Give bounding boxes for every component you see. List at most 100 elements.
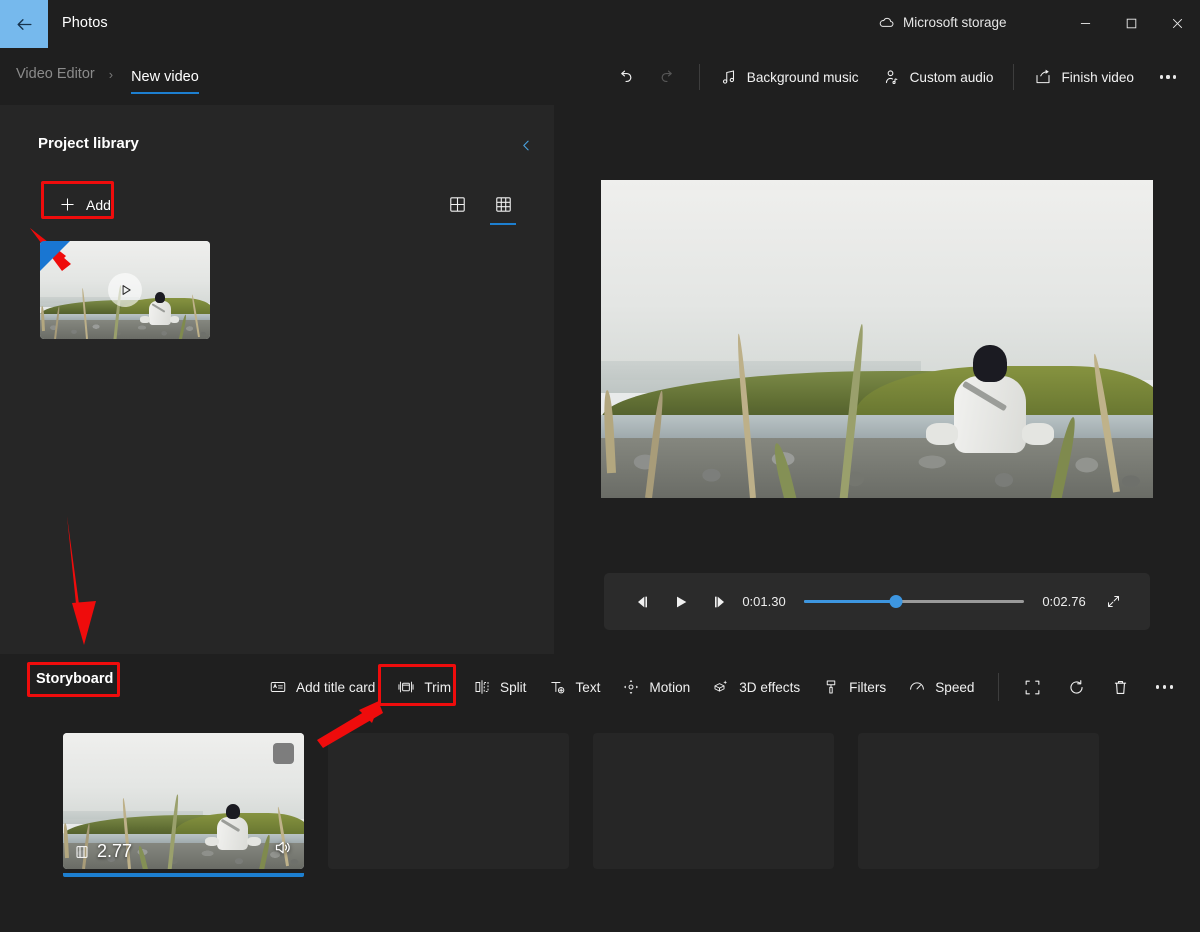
grid-small-icon [494, 195, 513, 214]
trim-icon [397, 678, 415, 696]
text-label: Text [575, 680, 600, 695]
fullscreen-button[interactable] [1096, 585, 1130, 619]
finish-video-label: Finish video [1061, 70, 1134, 85]
storyboard-empty-slot[interactable] [328, 733, 569, 869]
filters-label: Filters [849, 680, 886, 695]
split-label: Split [500, 680, 526, 695]
rotate-icon [1067, 678, 1086, 697]
add-media-button[interactable]: Add [46, 187, 127, 222]
seek-fill [804, 600, 896, 604]
motion-button[interactable]: Motion [611, 665, 701, 709]
motion-icon [622, 678, 640, 696]
storyboard-toolbar-separator [998, 673, 999, 701]
storyboard-empty-slot[interactable] [593, 733, 834, 869]
view-selected-underline [490, 223, 516, 226]
minimize-icon [1080, 18, 1091, 29]
thumbnail-play-button[interactable] [108, 273, 142, 307]
play-icon [673, 594, 689, 610]
playback-controls: 0:01.30 0:02.76 [604, 573, 1150, 630]
storyboard-more-options-button[interactable] [1143, 665, 1187, 709]
aspect-ratio-icon [1023, 678, 1042, 697]
music-note-icon [720, 68, 738, 86]
previous-frame-button[interactable] [624, 583, 662, 621]
clip-duration: 2.77 [74, 841, 132, 862]
storyboard-label: Storyboard [36, 671, 113, 687]
breadcrumb-current-label: New video [131, 69, 199, 85]
redo-icon [659, 68, 678, 87]
text-icon [548, 678, 566, 696]
breadcrumb-active-underline [131, 92, 199, 94]
speed-icon [908, 678, 926, 696]
motion-label: Motion [649, 680, 690, 695]
app-title: Photos [62, 15, 108, 31]
previous-frame-icon [635, 594, 651, 610]
photos-video-editor-window: Photos Microsoft storage Video Editor › [0, 0, 1200, 932]
filters-icon [822, 678, 840, 696]
delete-button[interactable] [1099, 665, 1143, 709]
next-frame-button[interactable] [700, 583, 738, 621]
speed-button[interactable]: Speed [897, 665, 985, 709]
finish-video-button[interactable]: Finish video [1022, 56, 1146, 98]
command-more-options-button[interactable] [1146, 56, 1190, 98]
play-icon [119, 283, 133, 297]
clip-volume-button[interactable] [273, 837, 294, 863]
3d-effects-label: 3D effects [739, 680, 800, 695]
trim-label: Trim [424, 680, 451, 695]
clip-duration-label: 2.77 [97, 841, 132, 862]
view-large-grid-button[interactable] [440, 187, 474, 221]
storyboard-track: 2.77 [63, 733, 1099, 877]
play-button[interactable] [662, 583, 700, 621]
delete-icon [1111, 678, 1130, 697]
title-bar: Photos Microsoft storage [0, 0, 1200, 48]
more-options-icon [1160, 75, 1177, 78]
person-audio-icon [883, 68, 901, 86]
volume-icon [273, 837, 294, 858]
rotate-button[interactable] [1055, 665, 1099, 709]
minimize-button[interactable] [1062, 0, 1108, 46]
next-frame-icon [711, 594, 727, 610]
storyboard-panel: Storyboard Add title card Trim Split [0, 654, 1200, 932]
seek-knob[interactable] [890, 595, 903, 608]
filters-button[interactable]: Filters [811, 665, 897, 709]
back-button[interactable] [0, 0, 48, 48]
maximize-button[interactable] [1108, 0, 1154, 46]
breadcrumb-separator: › [109, 67, 113, 82]
seek-slider[interactable] [804, 593, 1024, 611]
clip-selected-bar [63, 873, 304, 877]
custom-audio-label: Custom audio [910, 70, 994, 85]
microsoft-storage-label: Microsoft storage [903, 15, 1007, 30]
redo-button [647, 56, 691, 98]
clip-select-checkbox[interactable] [273, 743, 294, 764]
undo-button[interactable] [603, 56, 647, 98]
text-button[interactable]: Text [537, 665, 611, 709]
view-small-grid-button[interactable] [486, 187, 520, 221]
add-media-label: Add [86, 197, 111, 213]
split-button[interactable]: Split [462, 665, 537, 709]
chevron-left-icon [520, 139, 533, 152]
grid-large-icon [448, 195, 467, 214]
microsoft-storage-indicator[interactable]: Microsoft storage [878, 14, 1007, 31]
video-preview[interactable] [601, 180, 1153, 498]
speed-label: Speed [935, 680, 974, 695]
background-music-button[interactable]: Background music [708, 56, 871, 98]
library-media-thumbnail[interactable] [40, 241, 210, 339]
breadcrumb-video-editor[interactable]: Video Editor [12, 60, 99, 88]
undo-icon [615, 68, 634, 87]
command-separator-2 [1013, 64, 1014, 90]
trim-button[interactable]: Trim [386, 665, 462, 709]
more-options-icon [1156, 685, 1173, 688]
breadcrumb-current-project[interactable]: New video [123, 63, 207, 85]
close-button[interactable] [1154, 0, 1200, 46]
custom-audio-button[interactable]: Custom audio [871, 56, 1006, 98]
add-title-card-button[interactable]: Add title card [258, 665, 386, 709]
3d-effects-button[interactable]: 3D effects [701, 665, 811, 709]
film-icon [74, 844, 90, 860]
close-icon [1172, 18, 1183, 29]
storyboard-clip-card[interactable]: 2.77 [63, 733, 304, 877]
library-view-toggles [440, 187, 520, 221]
collapse-library-button[interactable] [510, 129, 542, 161]
storyboard-toolbar: Add title card Trim Split Text [258, 664, 1187, 710]
storyboard-empty-slot[interactable] [858, 733, 1099, 869]
preview-pane: 0:01.30 0:02.76 [554, 105, 1200, 654]
aspect-ratio-button[interactable] [1011, 665, 1055, 709]
